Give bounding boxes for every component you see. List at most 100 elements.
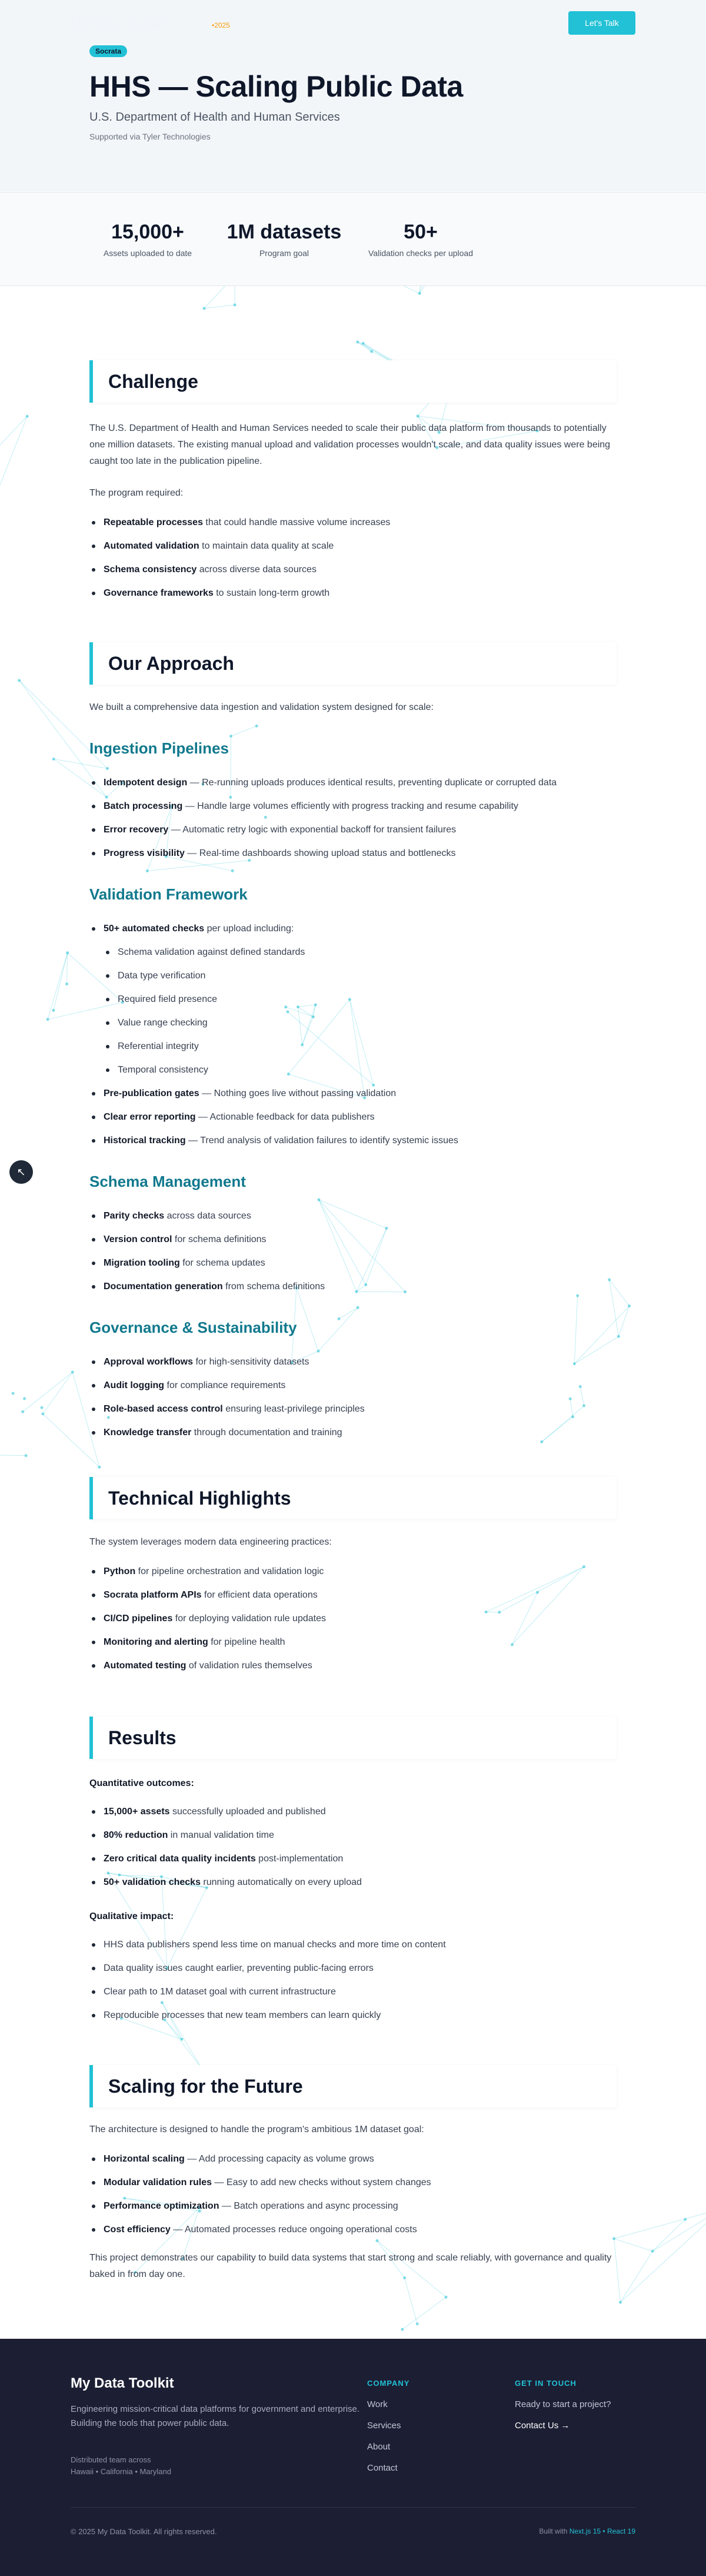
governance-heading: Governance & Sustainability — [89, 1319, 297, 1336]
item-bold: Error recovery — [104, 825, 169, 835]
qualitative-list: HHS data publishers spend less time on m… — [89, 1933, 619, 2027]
item-text: — Actionable feedback for data publisher… — [195, 1112, 375, 1122]
hero-support-note: Supported via Tyler Technologies — [89, 132, 211, 141]
item-text: — Nothing goes live without passing vali… — [199, 1088, 397, 1098]
item-text: — Automatic retry logic with exponential… — [168, 825, 457, 835]
site-footer: My Data Toolkit Engineering mission-crit… — [0, 2339, 706, 2576]
list-item: HHS data publishers spend less time on m… — [89, 1933, 619, 1957]
footer-link-services[interactable]: Services — [367, 2421, 401, 2431]
list-item: Pre-publication gates — Nothing goes liv… — [89, 1082, 619, 1106]
item-text: for efficient data operations — [201, 1590, 318, 1600]
item-text: in manual validation time — [168, 1830, 274, 1840]
item-bold: Idempotent design — [104, 778, 188, 788]
section-title: Our Approach — [108, 652, 234, 674]
list-item: 50+ validation checks running automatica… — [89, 1871, 619, 1894]
item-bold: Approval workflows — [104, 1357, 194, 1367]
technical-list: Python for pipeline orchestration and va… — [89, 1560, 619, 1678]
built-with-label: Built with — [539, 2527, 568, 2535]
list-item: Modular validation rules — Easy to add n… — [89, 2171, 619, 2195]
list-item: Data quality issues caught earlier, prev… — [89, 1957, 619, 1980]
item-bold: CI/CD pipelines — [104, 1614, 173, 1624]
item-text: — Trend analysis of validation failures … — [185, 1136, 458, 1146]
footer-brand[interactable]: My Data Toolkit — [71, 2375, 174, 2392]
site-header: My Data Toolkit •2025 Let's Talk — [0, 0, 706, 47]
item-text: per upload including: — [204, 924, 294, 934]
built-react-link[interactable]: React 19 — [607, 2527, 635, 2535]
logo[interactable]: My Data Toolkit — [71, 16, 165, 32]
section-title: Scaling for the Future — [108, 2075, 303, 2097]
list-item: Audit logging for compliance requirement… — [89, 1374, 619, 1397]
item-text: across data sources — [164, 1211, 251, 1221]
item-bold: Repeatable processes — [104, 517, 203, 527]
technical-intro: The system leverages modern data enginee… — [89, 1537, 332, 1547]
item-text: for high-sensitivity datasets — [193, 1357, 309, 1367]
list-item: Required field presence — [89, 988, 619, 1011]
item-text: for pipeline orchestration and validatio… — [135, 1566, 324, 1576]
validation-nested-list: Schema validation against defined standa… — [89, 941, 619, 1082]
challenge-heading: Challenge — [89, 360, 617, 403]
stat-label: Validation checks per upload — [368, 248, 473, 258]
list-item: CI/CD pipelines for deploying validation… — [89, 1607, 619, 1631]
item-text: — Handle large volumes efficiently with … — [182, 801, 518, 811]
stat-checks: 50+ Validation checks per upload — [344, 221, 497, 258]
list-item: Zero critical data quality incidents pos… — [89, 1847, 619, 1871]
item-text: — Re-running uploads produces identical … — [187, 778, 557, 788]
lets-talk-button[interactable]: Let's Talk — [568, 11, 635, 35]
item-bold: Version control — [104, 1234, 172, 1244]
ingestion-list: Idempotent design — Re-running uploads p… — [89, 771, 619, 865]
item-text: — Add processing capacity as volume grow… — [184, 2154, 374, 2164]
item-bold: 15,000+ assets — [104, 1807, 170, 1817]
list-item: Socrata platform APIs for efficient data… — [89, 1584, 619, 1607]
list-item: Python for pipeline orchestration and va… — [89, 1560, 619, 1584]
built-nextjs-link[interactable]: Next.js 15 — [570, 2527, 601, 2535]
validation-list: Pre-publication gates — Nothing goes liv… — [89, 1082, 619, 1153]
future-intro: The architecture is designed to handle t… — [89, 2124, 424, 2135]
item-bold: Python — [104, 1566, 136, 1576]
footer-company-heading: COMPANY — [367, 2379, 410, 2388]
footer-contact-us-link[interactable]: Contact Us → — [515, 2421, 570, 2431]
list-item: Automated testing of validation rules th… — [89, 1654, 619, 1678]
list-item: Knowledge transfer through documentation… — [89, 1421, 619, 1445]
item-text: — Automated processes reduce ongoing ope… — [170, 2225, 417, 2235]
list-item: Version control for schema definitions — [89, 1228, 619, 1252]
item-text: — Easy to add new checks without system … — [212, 2177, 431, 2187]
item-bold: Progress visibility — [104, 848, 185, 858]
list-item: Clear error reporting — Actionable feedb… — [89, 1106, 619, 1129]
list-item: Governance frameworks to sustain long-te… — [89, 582, 619, 605]
list-item: 50+ automated checks per upload includin… — [89, 917, 619, 941]
governance-list: Approval workflows for high-sensitivity … — [89, 1350, 619, 1445]
item-bold: Historical tracking — [104, 1136, 186, 1146]
list-item: Performance optimization — Batch operati… — [89, 2195, 619, 2218]
footer-link-work[interactable]: Work — [367, 2399, 388, 2409]
scroll-to-top-button[interactable]: ↖ — [9, 1160, 33, 1184]
item-text: of validation rules themselves — [186, 1661, 312, 1671]
item-bold: 80% reduction — [104, 1830, 168, 1840]
footer-distribution: Distributed team across Hawaii • Califor… — [71, 2454, 171, 2478]
footer-link-about[interactable]: About — [367, 2442, 390, 2452]
item-text: across diverse data sources — [197, 565, 317, 575]
list-item: Error recovery — Automatic retry logic w… — [89, 818, 619, 842]
item-bold: Audit logging — [104, 1380, 165, 1390]
approach-heading: Our Approach — [89, 642, 617, 685]
item-bold: Horizontal scaling — [104, 2154, 185, 2164]
list-item: Migration tooling for schema updates — [89, 1252, 619, 1275]
list-item: 80% reduction in manual validation time — [89, 1824, 619, 1847]
item-bold: Role-based access control — [104, 1404, 223, 1414]
item-bold: Socrata platform APIs — [104, 1590, 202, 1600]
item-text: that could handle massive volume increas… — [202, 517, 391, 527]
future-list: Horizontal scaling — Add processing capa… — [89, 2147, 619, 2242]
footer-description: Engineering mission-critical data platfo… — [71, 2404, 360, 2428]
technical-heading: Technical Highlights — [89, 1477, 617, 1519]
list-item: Schema consistency across diverse data s… — [89, 558, 619, 582]
stat-assets: 15,000+ Assets uploaded to date — [71, 221, 224, 258]
page-title: HHS — Scaling Public Data — [89, 70, 463, 103]
validation-heading: Validation Framework — [89, 885, 248, 903]
item-bold: Knowledge transfer — [104, 1428, 192, 1438]
item-text: for pipeline health — [208, 1637, 285, 1647]
item-text: to maintain data quality at scale — [199, 541, 334, 551]
challenge-list: Repeatable processes that could handle m… — [89, 511, 619, 605]
list-item: Data type verification — [89, 964, 619, 988]
footer-link-contact[interactable]: Contact — [367, 2463, 398, 2473]
item-bold: Migration tooling — [104, 1258, 180, 1268]
section-title: Technical Highlights — [108, 1487, 291, 1509]
